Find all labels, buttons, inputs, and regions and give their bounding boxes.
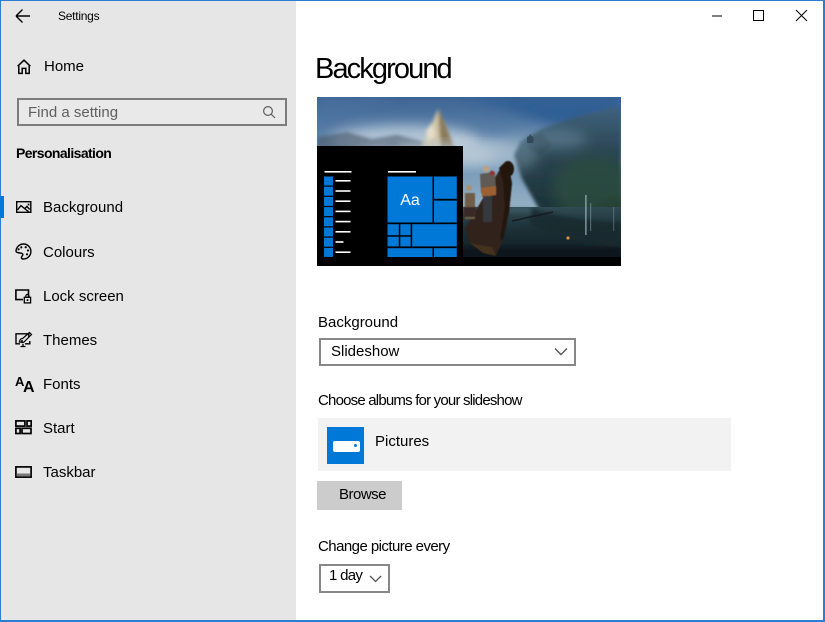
svg-text:Aa: Aa: [400, 192, 420, 209]
